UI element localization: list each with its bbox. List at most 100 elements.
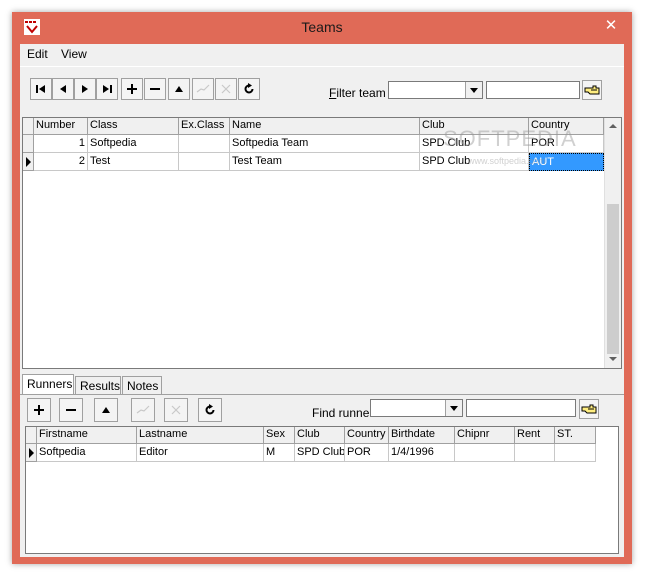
- cell-country[interactable]: POR: [529, 135, 604, 153]
- first-record-button[interactable]: [30, 78, 52, 100]
- cell-chipnr[interactable]: [455, 444, 515, 462]
- cell-club[interactable]: SPD Club: [420, 153, 529, 171]
- last-record-icon: [103, 85, 112, 93]
- menu-edit[interactable]: Edit: [27, 47, 48, 61]
- column-header-club[interactable]: Club: [295, 427, 345, 444]
- cell-birthdate[interactable]: 1/4/1996: [389, 444, 455, 462]
- cell-st[interactable]: [555, 444, 596, 462]
- window-client: Edit View Filter team Number Class Ex.Cl…: [20, 44, 624, 557]
- cell-firstname[interactable]: Softpedia: [37, 444, 137, 462]
- cancel-runner-button[interactable]: [164, 398, 188, 422]
- cell-country[interactable]: POR: [345, 444, 389, 462]
- teams-vertical-scrollbar[interactable]: [604, 118, 621, 368]
- delete-runner-button[interactable]: [59, 398, 83, 422]
- column-header-st[interactable]: ST.: [555, 427, 596, 444]
- post-runner-button[interactable]: [131, 398, 155, 422]
- find-runner-input[interactable]: [466, 399, 576, 417]
- delete-record-button[interactable]: [144, 78, 166, 100]
- plus-icon: [127, 84, 137, 94]
- find-runner-label: Find runner: [312, 406, 374, 420]
- cancel-edit-button[interactable]: [215, 78, 237, 100]
- refresh-runners-button[interactable]: [198, 398, 222, 422]
- runners-grid[interactable]: Firstname Lastname Sex Club Country Birt…: [25, 426, 619, 554]
- add-runner-button[interactable]: [27, 398, 51, 422]
- column-header-lastname[interactable]: Lastname: [137, 427, 264, 444]
- cell-name[interactable]: Softpedia Team: [230, 135, 420, 153]
- prior-record-icon: [60, 85, 66, 93]
- cell-exclass[interactable]: [179, 153, 230, 171]
- window-title: Teams: [301, 19, 343, 35]
- teams-toolbar: Filter team: [20, 66, 624, 111]
- teams-grid-corner: [23, 118, 34, 135]
- up-triangle-icon: [102, 407, 110, 413]
- row-indicator-current[interactable]: [26, 444, 37, 462]
- last-record-button[interactable]: [96, 78, 118, 100]
- minus-icon: [150, 88, 160, 90]
- column-header-firstname[interactable]: Firstname: [37, 427, 137, 444]
- scroll-up-icon[interactable]: [605, 118, 621, 135]
- cell-sex[interactable]: M: [264, 444, 295, 462]
- scroll-thumb[interactable]: [607, 204, 619, 354]
- column-header-club[interactable]: Club: [420, 118, 529, 135]
- column-header-rent[interactable]: Rent: [515, 427, 555, 444]
- cell-name[interactable]: Test Team: [230, 153, 420, 171]
- refresh-icon: [205, 404, 215, 415]
- row-indicator[interactable]: [23, 135, 34, 153]
- next-record-icon: [82, 85, 88, 93]
- filter-team-input[interactable]: [486, 81, 580, 99]
- row-indicator-current[interactable]: [23, 153, 34, 171]
- title-bar[interactable]: Teams ✕: [12, 12, 632, 44]
- chevron-down-icon[interactable]: [465, 82, 482, 98]
- edit-runner-button[interactable]: [94, 398, 118, 422]
- find-runner-apply-button[interactable]: [579, 399, 599, 419]
- cell-number[interactable]: 1: [34, 135, 88, 153]
- current-row-arrow-icon: [26, 157, 31, 167]
- column-header-number[interactable]: Number: [34, 118, 88, 135]
- filter-apply-button[interactable]: [582, 80, 602, 100]
- close-button[interactable]: ✕: [600, 14, 622, 36]
- column-header-sex[interactable]: Sex: [264, 427, 295, 444]
- cancel-icon: [221, 84, 231, 94]
- column-header-country[interactable]: Country: [529, 118, 604, 135]
- cell-class[interactable]: Test: [88, 153, 179, 171]
- check-icon: [136, 405, 150, 414]
- refresh-button[interactable]: [238, 78, 260, 100]
- menu-bar: Edit View: [20, 44, 624, 64]
- check-icon: [196, 84, 210, 93]
- cell-club[interactable]: SPD Club: [295, 444, 345, 462]
- cell-lastname[interactable]: Editor: [137, 444, 264, 462]
- menu-view[interactable]: View: [61, 47, 87, 61]
- post-edit-button[interactable]: [192, 78, 214, 100]
- runners-grid-corner: [26, 427, 37, 444]
- current-row-arrow-icon: [29, 448, 34, 458]
- filter-team-combo[interactable]: [388, 81, 483, 99]
- column-header-birthdate[interactable]: Birthdate: [389, 427, 455, 444]
- next-record-button[interactable]: [74, 78, 96, 100]
- cell-exclass[interactable]: [179, 135, 230, 153]
- column-header-name[interactable]: Name: [230, 118, 420, 135]
- close-icon: ✕: [604, 16, 618, 34]
- cell-class[interactable]: Softpedia: [88, 135, 179, 153]
- first-record-icon: [36, 85, 45, 93]
- tab-notes[interactable]: Notes: [122, 376, 162, 394]
- cancel-icon: [171, 405, 181, 415]
- chevron-down-icon[interactable]: [445, 400, 462, 416]
- column-header-class[interactable]: Class: [88, 118, 179, 135]
- tab-results[interactable]: Results: [75, 376, 121, 394]
- column-header-country[interactable]: Country: [345, 427, 389, 444]
- scroll-down-icon[interactable]: [605, 351, 621, 368]
- cell-club[interactable]: SPD Club: [420, 135, 529, 153]
- tab-runners[interactable]: Runners: [22, 374, 74, 395]
- cell-country-selected[interactable]: AUT: [529, 153, 604, 171]
- cell-rent[interactable]: [515, 444, 555, 462]
- find-runner-combo[interactable]: [370, 399, 463, 417]
- cell-number[interactable]: 2: [34, 153, 88, 171]
- column-header-exclass[interactable]: Ex.Class: [179, 118, 230, 135]
- insert-record-button[interactable]: [121, 78, 143, 100]
- column-header-chipnr[interactable]: Chipnr: [455, 427, 515, 444]
- detail-tabs: Runners Results Notes: [20, 374, 624, 395]
- pointing-hand-icon: [584, 83, 600, 97]
- prior-record-button[interactable]: [52, 78, 74, 100]
- edit-record-button[interactable]: [168, 78, 190, 100]
- teams-grid[interactable]: Number Class Ex.Class Name Club Country …: [22, 117, 622, 369]
